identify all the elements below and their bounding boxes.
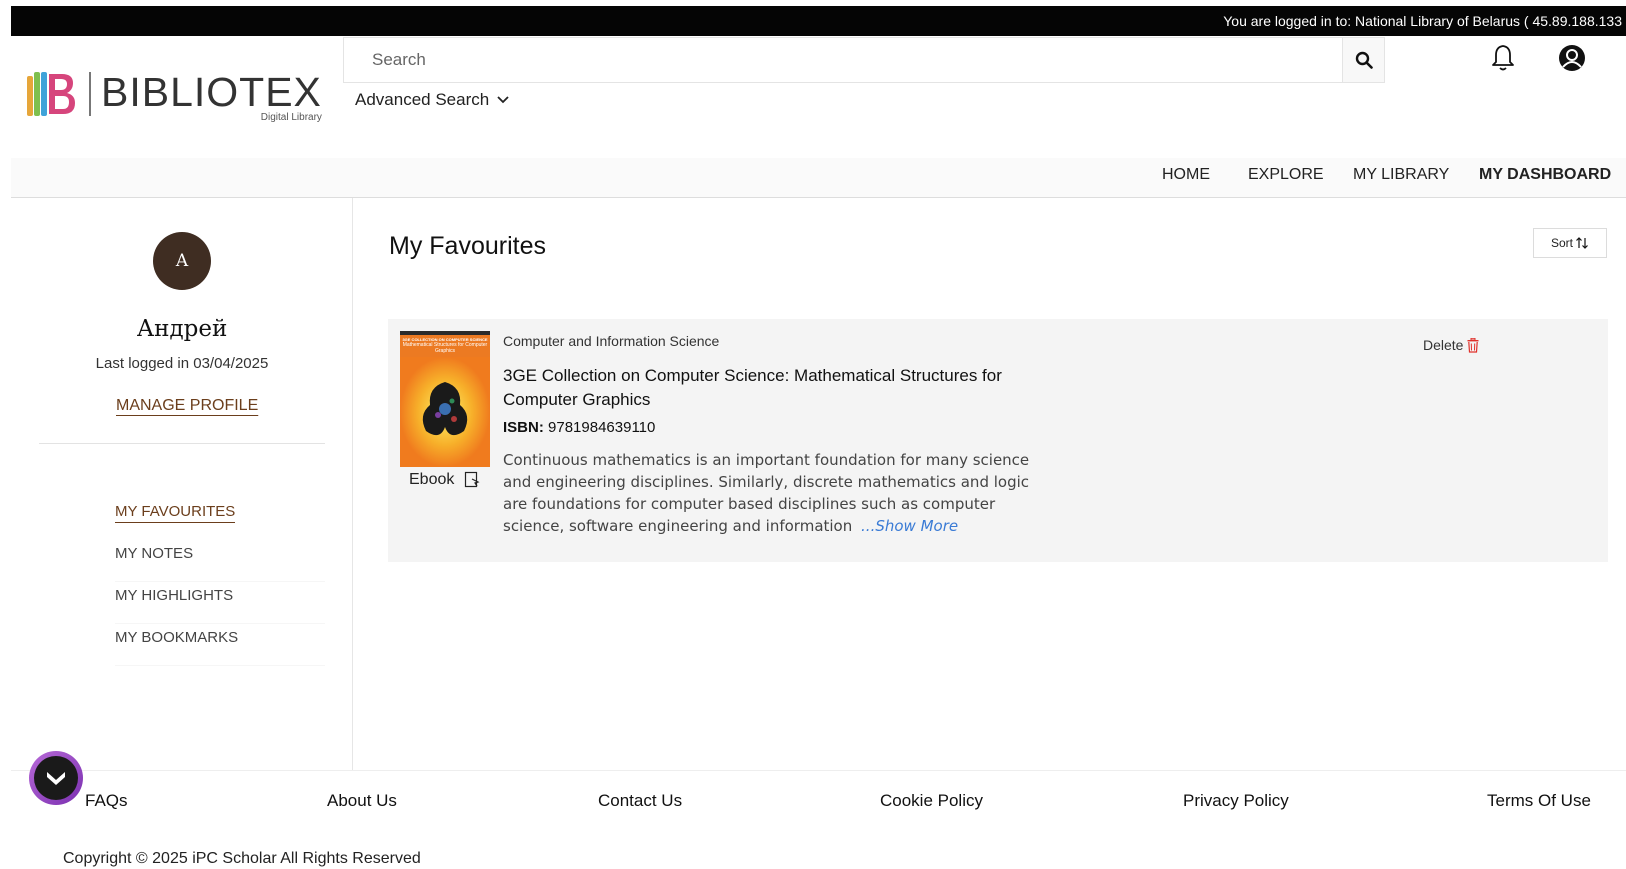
profile-sidebar: A Андрей Last logged in 03/04/2025 MANAG… [11, 198, 353, 770]
isbn-label: ISBN: [503, 419, 544, 436]
manage-profile-link[interactable]: MANAGE PROFILE [116, 397, 258, 415]
book-category: Computer and Information Science [503, 333, 720, 349]
logo[interactable]: BIBLIOTEX Digital Library [27, 70, 322, 123]
nav-my-dashboard[interactable]: MY DASHBOARD [1479, 166, 1611, 184]
user-circle-icon [1559, 45, 1585, 71]
bell-icon [1492, 45, 1514, 71]
footer-link-terms-of-use[interactable]: Terms Of Use [1487, 791, 1591, 811]
isbn-value: 9781984639110 [548, 419, 656, 436]
show-more-link[interactable]: ...Show More [861, 517, 958, 535]
format-label: Ebook [409, 471, 455, 488]
book-title[interactable]: 3GE Collection on Computer Science: Math… [503, 364, 1023, 412]
nav-my-library[interactable]: MY LIBRARY [1353, 166, 1449, 184]
logo-tagline: Digital Library [260, 112, 322, 123]
sidebar-divider [39, 443, 325, 444]
page-title: My Favourites [389, 232, 546, 260]
sidebar-item-label: MY FAVOURITES [115, 503, 236, 523]
sidebar-item-my-notes[interactable]: MY NOTES [115, 540, 325, 582]
trash-icon [1467, 337, 1479, 353]
advanced-search-label: Advanced Search [355, 90, 490, 109]
sidebar-item-my-highlights[interactable]: MY HIGHLIGHTS [115, 582, 325, 624]
search-icon [1355, 51, 1373, 69]
nav-home[interactable]: HOME [1162, 166, 1210, 184]
cover-title-text: Mathematical Structures for Computer Gra… [402, 342, 488, 354]
logo-name: BIBLIOTEX [101, 69, 322, 115]
logo-divider [89, 72, 91, 116]
ebook-format-button[interactable]: Ebook [409, 471, 480, 489]
notifications-button[interactable] [1491, 43, 1515, 76]
avatar: A [153, 232, 211, 290]
sort-button[interactable]: Sort [1533, 228, 1607, 258]
main-nav: HOME EXPLORE MY LIBRARY MY DASHBOARD [11, 158, 1626, 198]
chevron-down-icon [497, 96, 509, 104]
login-status-bar: You are logged in to: National Library o… [11, 6, 1626, 36]
delete-label: Delete [1423, 337, 1464, 353]
footer-link-cookie-policy[interactable]: Cookie Policy [880, 791, 983, 811]
sidebar-item-label: MY HIGHLIGHTS [115, 587, 234, 604]
login-status-text: You are logged in to: National Library o… [1223, 13, 1622, 29]
sort-label: Sort [1550, 236, 1573, 250]
search-input[interactable] [344, 38, 1342, 82]
account-button[interactable] [1558, 44, 1586, 77]
ebook-icon [465, 471, 480, 488]
footer-link-faqs[interactable]: FAQs [85, 791, 128, 811]
advanced-search-toggle[interactable]: Advanced Search [355, 90, 509, 110]
sidebar-item-label: MY BOOKMARKS [115, 629, 239, 646]
search-bar [343, 37, 1385, 83]
copyright-text: Copyright © 2025 iPC Scholar All Rights … [63, 850, 421, 867]
main-content: My Favourites Sort 3GE COLLECTION ON COM… [353, 198, 1626, 770]
book-isbn: ISBN: 9781984639110 [503, 419, 655, 436]
sidebar-item-my-favourites[interactable]: MY FAVOURITES [115, 498, 325, 540]
avatar-initial: A [175, 251, 189, 271]
footer-link-about-us[interactable]: About Us [327, 791, 397, 811]
footer-link-contact-us[interactable]: Contact Us [598, 791, 682, 811]
chevron-down-icon [47, 772, 65, 785]
last-login-text: Last logged in 03/04/2025 [95, 355, 269, 372]
sidebar-item-my-bookmarks[interactable]: MY BOOKMARKS [115, 624, 325, 666]
nav-explore[interactable]: EXPLORE [1248, 166, 1324, 184]
search-button[interactable] [1342, 38, 1384, 82]
sidebar-item-label: MY NOTES [115, 545, 194, 562]
logo-mark-icon [27, 70, 77, 118]
cover-artwork-image [400, 357, 490, 467]
footer: FAQs About Us Contact Us Cookie Policy P… [11, 770, 1626, 869]
chat-widget-button[interactable] [29, 751, 83, 805]
dashboard-menu: MY FAVOURITES MY NOTES MY HIGHLIGHTS MY … [115, 498, 325, 666]
delete-button[interactable]: Delete [1423, 337, 1479, 353]
favourite-item-card: 3GE COLLECTION ON COMPUTER SCIENCE Mathe… [388, 319, 1608, 562]
book-cover[interactable]: 3GE COLLECTION ON COMPUTER SCIENCE Mathe… [400, 331, 490, 467]
user-name: Андрей [136, 316, 228, 342]
book-description: Continuous mathematics is an important f… [503, 449, 1043, 537]
sort-arrows-icon [1576, 237, 1588, 249]
footer-link-privacy-policy[interactable]: Privacy Policy [1183, 791, 1289, 811]
